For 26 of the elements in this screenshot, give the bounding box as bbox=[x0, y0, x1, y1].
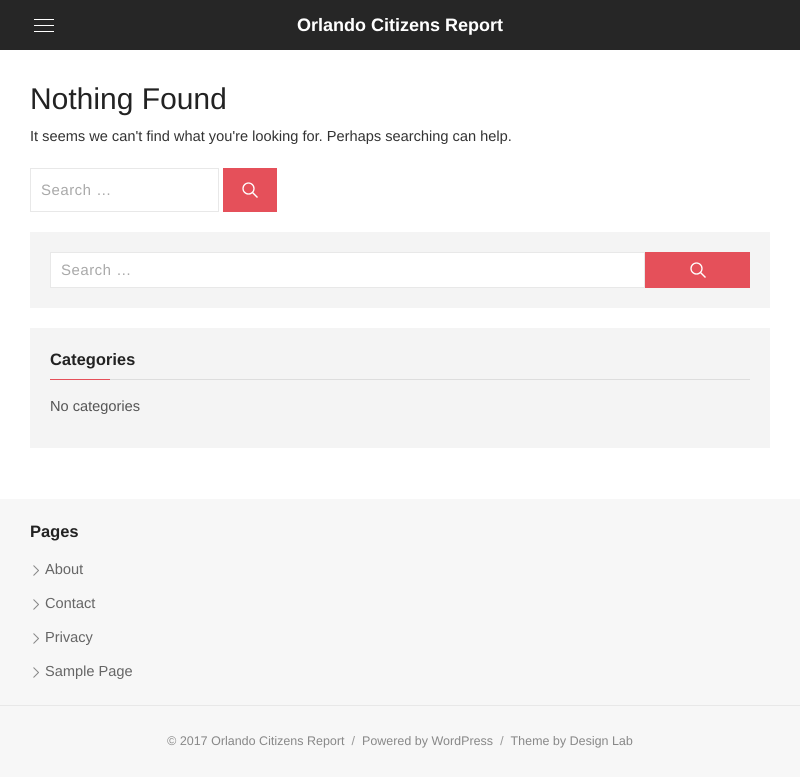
page-link[interactable]: Sample Page bbox=[45, 664, 133, 680]
page-link[interactable]: Privacy bbox=[45, 630, 93, 646]
title-underline-accent bbox=[50, 379, 110, 380]
page-link[interactable]: Contact bbox=[45, 596, 96, 612]
site-title[interactable]: Orlando Citizens Report bbox=[296, 14, 503, 36]
footer-link[interactable]: Theme by Design Lab bbox=[510, 732, 633, 748]
menu-icon bbox=[34, 18, 54, 32]
separator-text: / bbox=[352, 732, 355, 748]
chevron-right-icon bbox=[33, 632, 39, 644]
page-heading: Nothing Found bbox=[30, 84, 228, 116]
chevron-right-icon bbox=[33, 598, 39, 610]
footer-link[interactable]: Powered by WordPress bbox=[362, 732, 494, 748]
chevron-right-icon bbox=[33, 666, 39, 678]
search-field[interactable]: Search … bbox=[50, 252, 645, 288]
empty-list-text: No categories bbox=[50, 398, 142, 416]
search-icon bbox=[690, 262, 706, 278]
page-link[interactable]: About bbox=[45, 562, 84, 578]
search-button[interactable] bbox=[223, 168, 277, 212]
chevron-right-icon bbox=[33, 564, 39, 576]
search-icon bbox=[242, 182, 258, 198]
message-text: It seems we can't find what you're looking for. Perhaps searching can help. bbox=[30, 128, 513, 146]
widget-title: Pages bbox=[30, 522, 80, 542]
widget-title: Categories bbox=[50, 350, 136, 370]
search-field[interactable]: Search … bbox=[30, 168, 219, 212]
footer-link[interactable]: © 2017 Orlando Citizens Report bbox=[167, 732, 344, 748]
separator-text: / bbox=[500, 732, 504, 748]
